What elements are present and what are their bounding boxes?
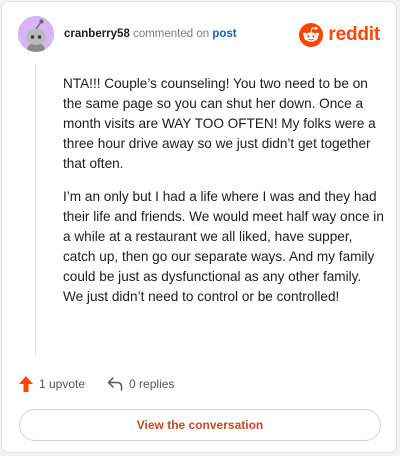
reddit-wordmark: reddit	[328, 24, 380, 45]
avatar[interactable]	[18, 16, 54, 52]
post-link[interactable]: post	[212, 28, 236, 40]
comment-paragraph: I’m an only but I had a life where I was…	[63, 189, 384, 304]
upvote-count: 1 upvote	[39, 377, 86, 391]
reddit-logo[interactable]: reddit	[299, 22, 380, 48]
reddit-logo-icon	[299, 23, 324, 47]
username-link[interactable]: cranberry58	[64, 28, 130, 40]
comment-actions: 1 upvote 0 replies	[19, 374, 174, 394]
comment-body: NTA!!! Couple’s counseling! You two need…	[63, 74, 385, 320]
reply-arrow-icon	[107, 377, 123, 391]
replies-button[interactable]: 0 replies	[107, 377, 174, 391]
upvote-button[interactable]: 1 upvote	[19, 376, 85, 392]
thread-line	[35, 64, 36, 356]
comment-card: cranberry58 commented on post reddit NTA…	[1, 1, 397, 453]
comment-paragraph: NTA!!! Couple’s counseling! You two need…	[63, 76, 376, 171]
view-conversation-button[interactable]: View the conversation	[19, 409, 381, 441]
comment-meta: cranberry58 commented on post	[64, 28, 237, 40]
upvote-arrow-icon	[19, 376, 33, 392]
comment-header: cranberry58 commented on post reddit	[18, 16, 380, 56]
snoo-avatar-icon	[18, 16, 54, 52]
replies-count: 0 replies	[129, 377, 175, 391]
commented-on-text: commented on	[133, 28, 210, 40]
